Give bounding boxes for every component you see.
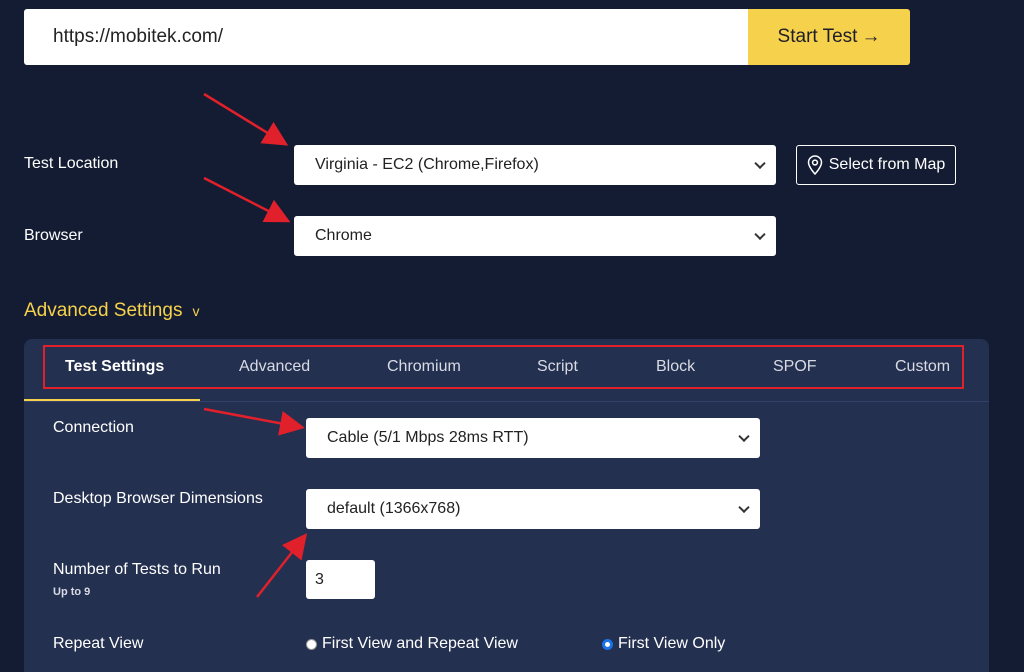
start-test-button[interactable]: Start Test → xyxy=(748,9,910,65)
advanced-settings-title: Advanced Settings xyxy=(24,300,183,321)
chevron-down-icon xyxy=(754,228,766,241)
tab-block[interactable]: Block xyxy=(656,358,695,376)
tab-divider xyxy=(24,401,989,402)
map-pin-icon xyxy=(807,155,823,175)
chevron-down-icon xyxy=(738,501,750,514)
tab-advanced[interactable]: Advanced xyxy=(239,358,310,376)
browser-label: Browser xyxy=(24,227,83,244)
arrow-right-icon: → xyxy=(861,26,881,47)
chevron-down-icon xyxy=(754,157,766,170)
tab-test-settings[interactable]: Test Settings xyxy=(65,358,164,376)
test-location-label: Test Location xyxy=(24,155,119,172)
tab-chromium[interactable]: Chromium xyxy=(387,358,461,376)
chevron-down-icon xyxy=(738,430,750,443)
dimensions-label: Desktop Browser Dimensions xyxy=(53,490,263,507)
num-tests-sublabel: Up to 9 xyxy=(53,586,91,598)
annotation-arrow xyxy=(203,176,291,223)
radio-unchecked-icon xyxy=(306,638,317,650)
annotation-arrow xyxy=(203,92,289,146)
radio-first-view-only-label: First View Only xyxy=(618,635,726,652)
select-from-map-button[interactable]: Select from Map xyxy=(796,145,956,185)
num-tests-input[interactable] xyxy=(306,560,375,599)
connection-label: Connection xyxy=(53,419,134,436)
tab-spof[interactable]: SPOF xyxy=(773,358,817,376)
url-input[interactable] xyxy=(24,9,748,65)
url-bar: Start Test → xyxy=(24,9,910,65)
repeat-view-label: Repeat View xyxy=(53,635,144,652)
test-location-select[interactable]: Virginia - EC2 (Chrome,Firefox) xyxy=(294,145,776,185)
connection-value: Cable (5/1 Mbps 28ms RTT) xyxy=(327,429,529,446)
radio-checked-icon xyxy=(602,638,613,650)
select-from-map-label: Select from Map xyxy=(828,156,946,173)
tab-custom[interactable]: Custom xyxy=(895,358,950,376)
active-tab-underline xyxy=(24,399,200,401)
test-location-value: Virginia - EC2 (Chrome,Firefox) xyxy=(315,156,539,173)
dimensions-value: default (1366x768) xyxy=(327,500,461,517)
chevron-down-icon: v xyxy=(192,303,200,319)
dimensions-select[interactable]: default (1366x768) xyxy=(306,489,760,529)
browser-value: Chrome xyxy=(315,227,372,244)
num-tests-label: Number of Tests to Run xyxy=(53,561,221,578)
advanced-settings-toggle[interactable]: Advanced Settings v xyxy=(24,300,199,322)
tab-script[interactable]: Script xyxy=(537,358,578,376)
browser-select[interactable]: Chrome xyxy=(294,216,776,256)
radio-first-and-repeat[interactable]: First View and Repeat View xyxy=(306,635,518,653)
radio-first-view-only[interactable]: First View Only xyxy=(602,635,725,653)
radio-first-and-repeat-label: First View and Repeat View xyxy=(322,635,518,652)
start-test-label: Start Test xyxy=(777,26,858,47)
tabs-highlight-box xyxy=(43,345,964,389)
connection-select[interactable]: Cable (5/1 Mbps 28ms RTT) xyxy=(306,418,760,458)
